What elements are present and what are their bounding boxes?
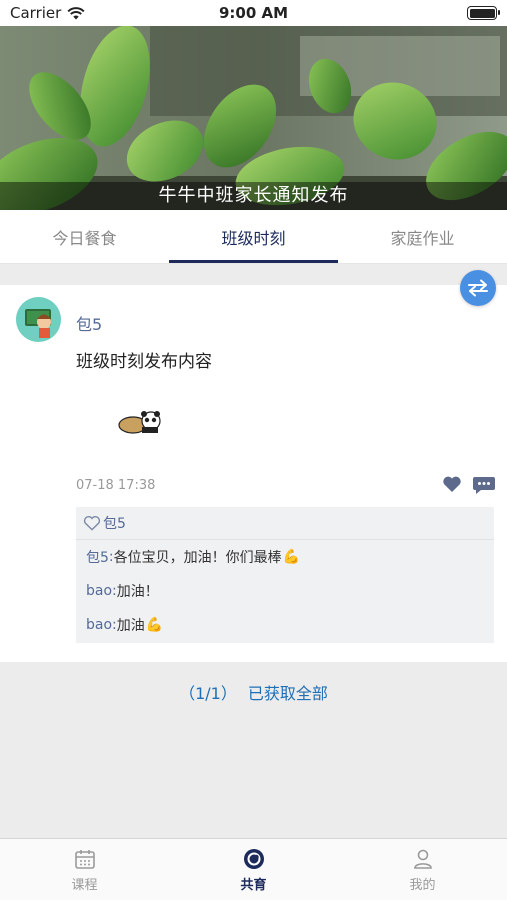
comment-item[interactable]: 包5: 各位宝贝，加油！你们最棒 💪 [76, 540, 494, 574]
comment-author[interactable]: bao [86, 617, 112, 633]
muscle-emoji: 💪 [282, 549, 301, 565]
tabbar-label: 我的 [409, 878, 436, 893]
tab-class-moments[interactable]: 班级时刻 [169, 210, 338, 263]
sticker-image [118, 411, 161, 434]
calendar-icon [74, 850, 95, 869]
bottom-tab-bar: 课程 共育 我的 [0, 838, 507, 900]
avatar[interactable] [16, 297, 61, 342]
banner[interactable]: 牛牛中班家长通知发布 [0, 26, 507, 210]
swap-arrows-icon [468, 279, 488, 297]
comment-item[interactable]: bao: 加油！ [76, 574, 494, 608]
post-author[interactable]: 包5 [76, 311, 102, 335]
switch-button[interactable] [460, 270, 496, 306]
cogrowth-icon [243, 849, 264, 869]
wifi-icon [67, 6, 85, 19]
likes-names[interactable]: 包5 [103, 513, 126, 533]
heart-outline-icon [83, 516, 101, 531]
tabbar-item-cogrowth[interactable]: 共育 [169, 839, 338, 900]
tab-homework[interactable]: 家庭作业 [338, 210, 507, 263]
avatar-image [25, 309, 51, 338]
banner-caption: 牛牛中班家长通知发布 [0, 182, 507, 210]
muscle-emoji: 💪 [145, 617, 164, 633]
comment-author[interactable]: 包5 [86, 547, 109, 567]
comments-box: 包5 包5: 各位宝贝，加油！你们最棒 💪 bao: 加油！ bao: 加油 💪 [76, 507, 494, 643]
likes-row: 包5 [76, 507, 494, 540]
heart-icon[interactable] [442, 475, 462, 493]
comment-text: 加油 [116, 618, 145, 634]
comment-icon[interactable] [472, 475, 496, 495]
comment-text: 加油！ [116, 584, 159, 600]
carrier-label: Carrier [10, 4, 62, 22]
tab-today-meals[interactable]: 今日餐食 [0, 210, 169, 263]
category-tabs: 今日餐食 班级时刻 家庭作业 [0, 210, 507, 264]
battery-icon [467, 6, 500, 20]
load-status: （1/1） 已获取全部 [179, 684, 328, 703]
post-content: 班级时刻发布内容 [76, 352, 212, 372]
comment-text: 各位宝贝，加油！你们最棒 [113, 550, 282, 566]
tabbar-label: 课程 [71, 878, 98, 893]
status-left: Carrier [10, 4, 85, 22]
post-card: 包5 班级时刻发布内容 07-18 17:38 包5 包5: 各位宝贝，加油！你… [0, 285, 507, 662]
comment-author[interactable]: bao [86, 583, 112, 599]
person-icon [413, 849, 432, 869]
tabbar-item-mine[interactable]: 我的 [338, 839, 507, 900]
comment-item[interactable]: bao: 加油 💪 [76, 608, 494, 642]
tabbar-label: 共育 [240, 878, 267, 893]
tabbar-item-courses[interactable]: 课程 [0, 839, 169, 900]
status-bar: Carrier 9:00 AM [0, 0, 507, 26]
post-timestamp: 07-18 17:38 [76, 478, 156, 493]
